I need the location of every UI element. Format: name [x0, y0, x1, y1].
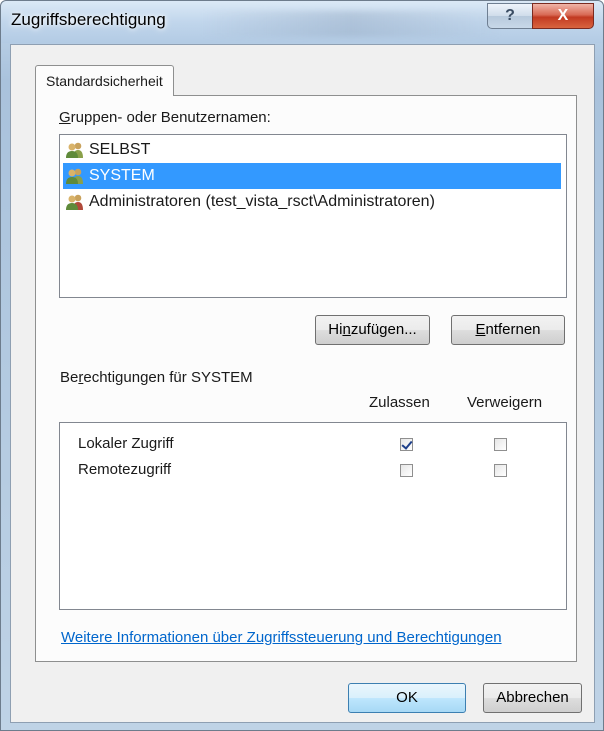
cancel-button[interactable]: Abbrechen [483, 683, 582, 713]
user-group-icon [66, 194, 83, 210]
permissions-list: Lokaler Zugriff Remotezugriff [59, 422, 567, 610]
allow-column-header: Zulassen [369, 394, 430, 411]
allow-checkbox-lokaler-zugriff[interactable] [400, 438, 413, 451]
list-item-administratoren[interactable]: Administratoren (test_vista_rsct\Adminis… [63, 189, 561, 215]
list-item-system[interactable]: SYSTEM [63, 163, 561, 189]
deny-checkbox-lokaler-zugriff[interactable] [494, 438, 507, 451]
tab-standardsicherheit[interactable]: Standardsicherheit [35, 65, 174, 96]
add-button[interactable]: Hinzufügen... [315, 315, 430, 345]
permission-name-lokaler-zugriff: Lokaler Zugriff [78, 435, 174, 452]
user-group-icon [66, 142, 83, 158]
allow-checkbox-remotezugriff[interactable] [400, 464, 413, 477]
remove-button[interactable]: Entfernen [451, 315, 565, 345]
user-group-icon [66, 168, 83, 184]
list-item-selbst[interactable]: SELBST [63, 137, 561, 163]
groups-label: Gruppen- oder Benutzernamen: [59, 109, 271, 126]
dialog-client-area: Standardsicherheit Gruppen- oder Benutze… [10, 44, 595, 723]
help-icon: ? [505, 7, 515, 24]
ok-button[interactable]: OK [348, 683, 466, 713]
permission-name-remotezugriff: Remotezugriff [78, 461, 172, 478]
help-button[interactable]: ? [487, 3, 533, 29]
permissions-label: Berechtigungen für SYSTEM [60, 369, 253, 386]
close-icon: X [557, 7, 569, 24]
dialog-window: Zugriffsberechtigung ? X Standardsicherh… [0, 0, 604, 731]
more-info-link[interactable]: Weitere Informationen über Zugriffssteue… [61, 629, 502, 646]
deny-column-header: Verweigern [467, 394, 543, 411]
title-bar[interactable]: Zugriffsberechtigung ? X [1, 1, 603, 43]
close-button[interactable]: X [532, 3, 594, 29]
tab-panel: Gruppen- oder Benutzernamen: SELBST SYST… [35, 95, 577, 662]
groups-listbox[interactable]: SELBST SYSTEM Administratoren (test_vist… [59, 134, 567, 298]
deny-checkbox-remotezugriff[interactable] [494, 464, 507, 477]
window-title: Zugriffsberechtigung [11, 10, 166, 29]
